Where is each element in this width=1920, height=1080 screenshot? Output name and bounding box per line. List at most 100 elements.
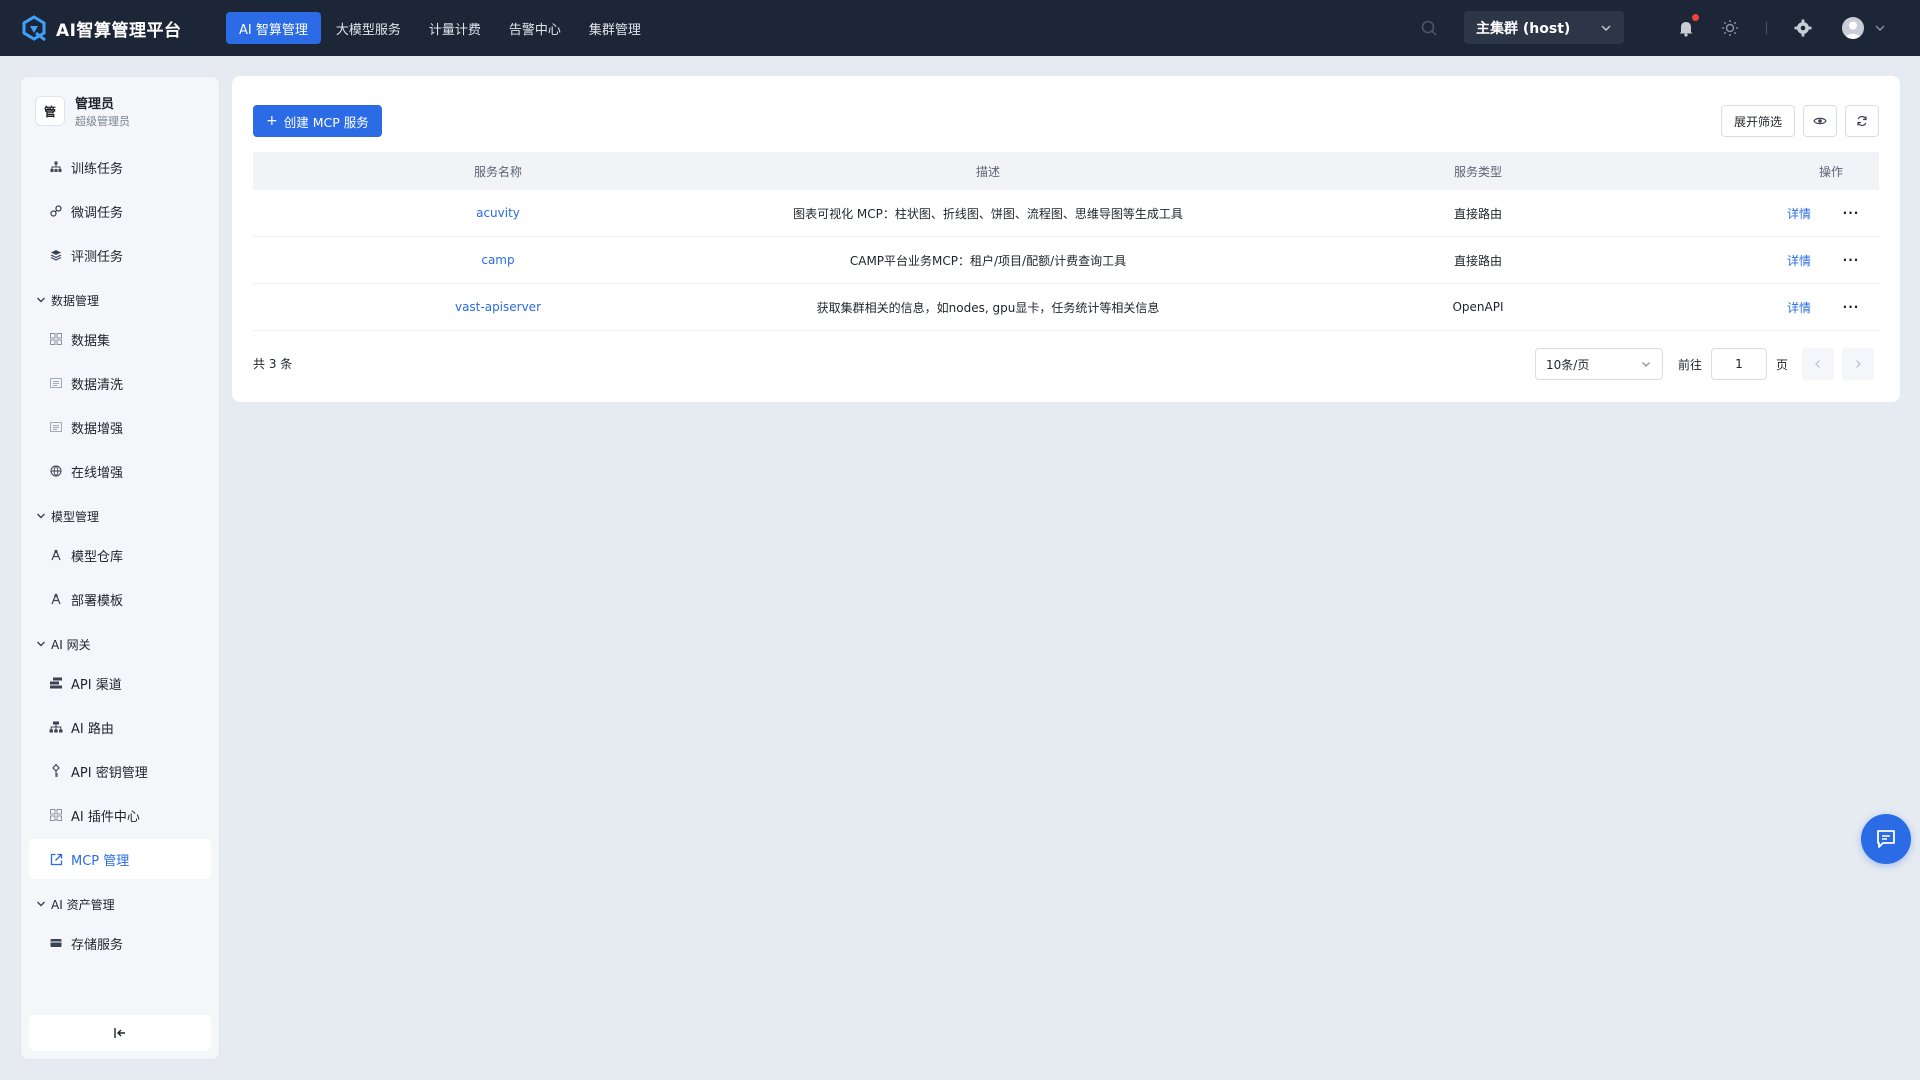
- chevron-right-icon: [1856, 360, 1861, 368]
- prev-page-button[interactable]: [1802, 348, 1834, 380]
- app-title: AI智算管理平台: [56, 20, 182, 41]
- table-row: acuvity 图表可视化 MCP：柱状图、折线图、饼图、流程图、思维导图等生成…: [253, 190, 1879, 237]
- sidebar-item-api-key[interactable]: API 密钥管理: [29, 751, 211, 791]
- sidebar: 管 管理员 超级管理员 训练任务 微调任务 评测任务 数据管理 数据集 数据清洗…: [20, 76, 220, 1060]
- chat-assistant-button[interactable]: [1861, 814, 1911, 864]
- chevron-down-icon: [37, 901, 45, 907]
- sidebar-item-data-cleaning[interactable]: 数据清洗: [29, 363, 211, 403]
- sidebar-item-model-repo[interactable]: 模型仓库: [29, 535, 211, 575]
- more-icon[interactable]: ···: [1837, 206, 1865, 220]
- chevron-down-icon[interactable]: [1874, 22, 1886, 34]
- service-type: OpenAPI: [1452, 300, 1504, 314]
- sidebar-item-data-augment[interactable]: 数据增强: [29, 407, 211, 447]
- chevron-down-icon: [37, 513, 45, 519]
- service-name-link[interactable]: camp: [253, 253, 743, 267]
- search-icon[interactable]: [1420, 19, 1438, 37]
- sidebar-item-ai-route[interactable]: AI 路由: [29, 707, 211, 747]
- mcp-table: 服务名称 描述 服务类型 操作 acuvity 图表可视化 MCP：柱状图、折线…: [253, 152, 1879, 331]
- gear-icon[interactable]: [1793, 18, 1813, 38]
- avatar[interactable]: [1842, 17, 1864, 39]
- sidebar-item-dataset[interactable]: 数据集: [29, 319, 211, 359]
- route-icon: [49, 720, 63, 734]
- sidebar-group-data[interactable]: 数据管理: [29, 285, 211, 315]
- sidebar-group-ai-assets[interactable]: AI 资产管理: [29, 889, 211, 919]
- detail-link[interactable]: 详情: [1787, 299, 1811, 316]
- page-size-select[interactable]: 10条/页: [1535, 348, 1663, 380]
- view-button[interactable]: [1803, 105, 1837, 137]
- service-name-link[interactable]: vast-apiserver: [253, 300, 743, 314]
- globe-icon: [49, 464, 63, 478]
- topnav-billing[interactable]: 计量计费: [416, 12, 494, 44]
- sidebar-item-label: AI 插件中心: [71, 809, 140, 825]
- page-number-input[interactable]: [1711, 348, 1767, 380]
- collapse-left-icon: [114, 1028, 125, 1038]
- sidebar-item-storage[interactable]: 存储服务: [29, 923, 211, 963]
- notification-dot: [1692, 14, 1699, 21]
- expand-filter-button[interactable]: 展开筛选: [1721, 105, 1795, 137]
- topnav-ai-compute[interactable]: AI 智算管理: [226, 12, 321, 44]
- grid-icon: [49, 332, 63, 346]
- sidebar-collapse-button[interactable]: [29, 1015, 211, 1051]
- sidebar-item-label: API 渠道: [71, 677, 122, 693]
- service-type: 直接路由: [1453, 253, 1502, 268]
- sidebar-group-label: 数据管理: [51, 293, 100, 308]
- eye-icon: [1813, 117, 1827, 125]
- col-header-type: 服务类型: [1453, 164, 1502, 179]
- table-row: camp CAMP平台业务MCP：租户/项目/配额/计费查询工具 直接路由 详情…: [253, 237, 1879, 284]
- brand[interactable]: AI智算管理平台: [20, 14, 206, 42]
- sidebar-group-model[interactable]: 模型管理: [29, 501, 211, 531]
- topnav-cluster[interactable]: 集群管理: [576, 12, 654, 44]
- top-navbar: AI智算管理平台 AI 智算管理 大模型服务 计量计费 告警中心 集群管理 主集…: [0, 0, 1920, 56]
- goto-label: 前往: [1678, 358, 1703, 372]
- grid-icon: [49, 808, 63, 822]
- bell-icon[interactable]: [1676, 18, 1696, 38]
- topnav-alerts[interactable]: 告警中心: [496, 12, 574, 44]
- channel-icon: [49, 676, 63, 690]
- col-header-name: 服务名称: [473, 164, 522, 179]
- sidebar-item-deploy-template[interactable]: 部署模板: [29, 579, 211, 619]
- sidebar-item-online-augment[interactable]: 在线增强: [29, 451, 211, 491]
- next-page-button[interactable]: [1842, 348, 1874, 380]
- service-type: 直接路由: [1453, 206, 1502, 221]
- top-nav-menu: AI 智算管理 大模型服务 计量计费 告警中心 集群管理: [226, 12, 656, 44]
- more-icon[interactable]: ···: [1837, 300, 1865, 314]
- sitemap-icon: [49, 160, 63, 174]
- sidebar-item-label: 训练任务: [71, 161, 124, 177]
- service-desc: 获取集群相关的信息，如nodes, gpu显卡，任务统计等相关信息: [816, 300, 1160, 315]
- sidebar-group-ai-gateway[interactable]: AI 网关: [29, 629, 211, 659]
- user-role: 超级管理员: [75, 115, 130, 128]
- col-header-op: 操作: [1818, 164, 1843, 179]
- create-mcp-button[interactable]: + 创建 MCP 服务: [253, 105, 382, 137]
- sidebar-menu: 训练任务 微调任务 评测任务 数据管理 数据集 数据清洗 数据增强 在线增强 模…: [21, 147, 219, 963]
- storage-icon: [49, 936, 63, 950]
- sidebar-item-evaluation[interactable]: 评测任务: [29, 235, 211, 275]
- layers-icon: [49, 248, 63, 262]
- sidebar-item-label: 部署模板: [71, 593, 124, 609]
- sidebar-group-label: AI 网关: [51, 637, 91, 652]
- chevron-down-icon: [1601, 25, 1611, 31]
- refresh-button[interactable]: [1845, 105, 1879, 137]
- table-header: 服务名称 描述 服务类型 操作: [253, 152, 1879, 190]
- topnav-llm-service[interactable]: 大模型服务: [323, 12, 414, 44]
- sun-icon[interactable]: [1720, 18, 1740, 38]
- cluster-select-value: 主集群 (host): [1476, 20, 1571, 37]
- detail-link[interactable]: 详情: [1787, 205, 1811, 222]
- sidebar-group-label: 模型管理: [51, 509, 100, 524]
- sidebar-item-api-channel[interactable]: API 渠道: [29, 663, 211, 703]
- table-row: vast-apiserver 获取集群相关的信息，如nodes, gpu显卡，任…: [253, 284, 1879, 331]
- sidebar-item-mcp[interactable]: MCP 管理: [29, 839, 211, 879]
- more-icon[interactable]: ···: [1837, 253, 1865, 267]
- service-name-link[interactable]: acuvity: [253, 206, 743, 220]
- chevron-left-icon: [1815, 360, 1820, 368]
- sidebar-item-plugin-center[interactable]: AI 插件中心: [29, 795, 211, 835]
- detail-link[interactable]: 详情: [1787, 252, 1811, 269]
- cluster-select[interactable]: 主集群 (host): [1464, 11, 1624, 44]
- chevron-down-icon: [37, 641, 45, 647]
- sidebar-item-label: 微调任务: [71, 205, 124, 221]
- sidebar-item-training[interactable]: 训练任务: [29, 147, 211, 187]
- logo-icon: [22, 15, 46, 42]
- toolbar-divider: [1766, 22, 1767, 34]
- sidebar-item-label: 评测任务: [71, 249, 124, 265]
- sidebar-item-finetune[interactable]: 微调任务: [29, 191, 211, 231]
- sidebar-item-label: AI 路由: [71, 721, 114, 737]
